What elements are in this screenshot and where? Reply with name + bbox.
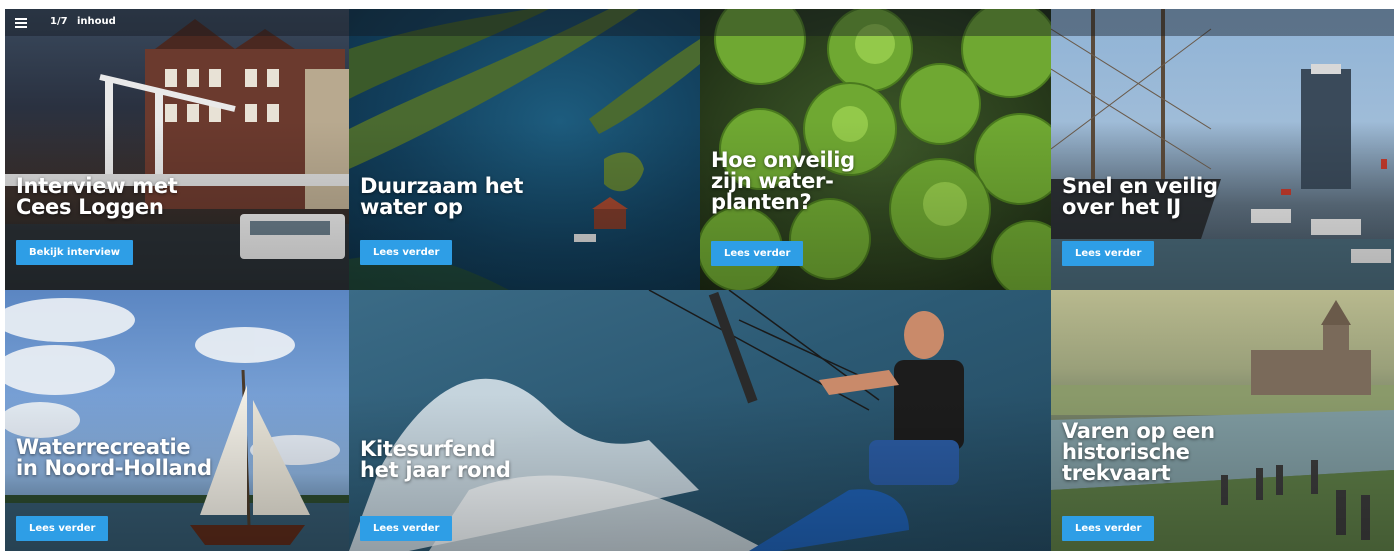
lees-verder-button[interactable]: Lees verder [711, 241, 804, 266]
tile-title: Interview met Cees Loggen [16, 174, 178, 219]
tile-title: Kitesurfend het jaar rond [360, 437, 511, 482]
bekijk-interview-button[interactable]: Bekijk interview [16, 240, 134, 265]
top-nav-bar: 1/7 inhoud [5, 9, 1394, 36]
inhoud-link[interactable]: inhoud [77, 16, 116, 27]
tile-interview[interactable]: Interview met Cees Loggen Bekijk intervi… [5, 9, 349, 290]
tile-waterrecreatie[interactable]: Waterrecreatie in Noord-Holland Lees ver… [5, 290, 349, 551]
page-counter: 1/7 [50, 16, 68, 27]
tile-title: Snel en veilig over het IJ [1062, 174, 1218, 219]
lees-verder-button[interactable]: Lees verder [16, 516, 109, 541]
tile-kitesurfend[interactable]: Kitesurfend het jaar rond Lees verder [349, 290, 1051, 551]
tile-snel-en-veilig[interactable]: Snel en veilig over het IJ Lees verder [1051, 9, 1394, 290]
tile-title: Waterrecreatie in Noord-Holland [16, 435, 212, 480]
lees-verder-button[interactable]: Lees verder [1062, 516, 1155, 541]
lees-verder-button[interactable]: Lees verder [1062, 241, 1155, 266]
tile-waterplanten[interactable]: Hoe onveilig zijn water- planten? Lees v… [700, 9, 1051, 290]
article-grid: Interview met Cees Loggen Bekijk intervi… [5, 9, 1394, 551]
tile-title: Hoe onveilig zijn water- planten? [711, 148, 855, 214]
tile-trekvaart[interactable]: Varen op een historische trekvaart Lees … [1051, 290, 1394, 551]
lees-verder-button[interactable]: Lees verder [360, 516, 453, 541]
tile-duurzaam[interactable]: Duurzaam het water op Lees verder [349, 9, 700, 290]
hamburger-icon[interactable] [15, 18, 27, 28]
lees-verder-button[interactable]: Lees verder [360, 240, 453, 265]
tile-title: Varen op een historische trekvaart [1062, 419, 1215, 485]
tile-title: Duurzaam het water op [360, 174, 524, 219]
